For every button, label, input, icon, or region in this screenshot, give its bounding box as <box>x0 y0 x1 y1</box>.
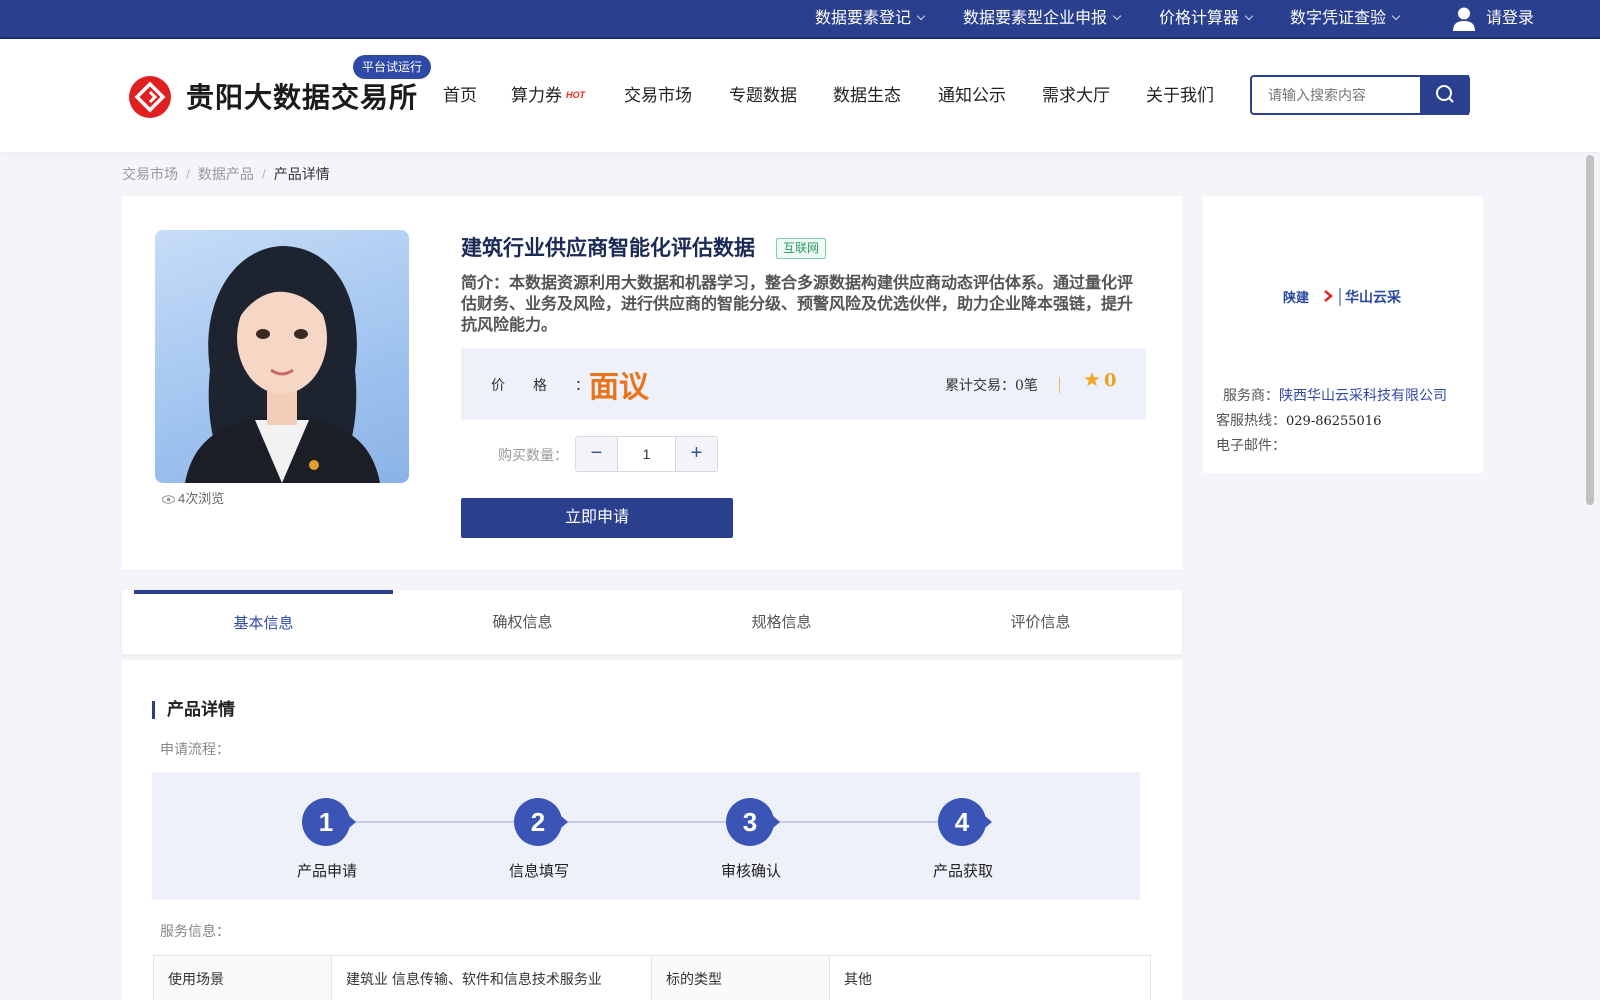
flow-label: 申请流程： <box>160 741 230 757</box>
product-image <box>155 230 409 483</box>
nav-demand-hall[interactable]: 需求大厅 <box>1042 81 1110 106</box>
provider-logo: 陕建 华山云采 <box>1283 288 1402 306</box>
topbar-link-enterprise-declaration[interactable]: 数据要素型企业申报 <box>963 0 1122 37</box>
user-icon[interactable] <box>1452 6 1476 32</box>
search-icon <box>1436 85 1454 103</box>
chevron-down-icon <box>1112 11 1122 21</box>
chevron-down-icon <box>1244 11 1254 21</box>
eye-icon <box>162 495 175 504</box>
view-count-label: 4次浏览 <box>178 491 225 506</box>
service-provider-label: 服务商： <box>1223 387 1279 403</box>
provider-card <box>1203 196 1483 473</box>
flow-connector <box>562 821 726 823</box>
step-label: 产品获取 <box>932 863 993 880</box>
nav-about-us[interactable]: 关于我们 <box>1146 81 1214 106</box>
step-label: 信息填写 <box>508 863 569 880</box>
provider-service-row: 服务商：陕西华山云采科技有限公司 <box>1223 385 1447 405</box>
provider-email-row: 电子邮件： <box>1216 435 1286 455</box>
increase-button[interactable]: + <box>676 437 717 471</box>
quantity-stepper: − 1 + <box>575 436 718 472</box>
nav-data-ecosystem[interactable]: 数据生态 <box>833 81 901 106</box>
topbar-link-certificate-check[interactable]: 数字凭证查验 <box>1290 0 1401 37</box>
topbar-link-label: 价格计算器 <box>1159 10 1240 27</box>
nav-trading-market[interactable]: 交易市场 <box>624 81 692 106</box>
trade-count: 累计交易：0笔 <box>945 378 1038 394</box>
detail-tabs: 基本信息 确权信息 规格信息 评价信息 <box>122 590 1182 654</box>
provider-logo-mark <box>1324 290 1333 302</box>
chevron-down-icon <box>1391 11 1401 21</box>
product-intro: 简介：本数据资源利用大数据和机器学习，整合多源数据构建供应商动态评估体系。通过量… <box>461 273 1134 334</box>
price-panel: 价格： 面议 累计交易：0笔 0 <box>461 348 1146 420</box>
table-cell: 建筑业 信息传输、软件和信息技术服务业 <box>331 955 652 1000</box>
quantity-value[interactable]: 1 <box>617 437 676 471</box>
divider <box>1059 377 1060 393</box>
chevron-down-icon <box>916 11 926 21</box>
tab-basic-info[interactable]: 基本信息 <box>134 590 393 654</box>
service-info-label: 服务信息： <box>160 923 230 939</box>
step-label: 审核确认 <box>720 863 781 880</box>
quantity-label: 购买数量： <box>498 447 568 463</box>
topbar-link-data-registration[interactable]: 数据要素登记 <box>815 0 926 37</box>
topbar-link-price-calculator[interactable]: 价格计算器 <box>1159 0 1254 37</box>
step-number: 4 <box>938 798 992 846</box>
hotline-label: 客服热线： <box>1216 412 1286 428</box>
nav-home[interactable]: 首页 <box>443 81 477 106</box>
provider-logo-right-text: 华山云采 <box>1345 289 1402 306</box>
rating: 0 <box>1084 370 1117 391</box>
flow-connector <box>774 821 938 823</box>
tab-ownership-info[interactable]: 确权信息 <box>393 590 652 654</box>
rating-value: 0 <box>1104 370 1117 391</box>
flow-connector <box>350 821 514 823</box>
tab-review-info[interactable]: 评价信息 <box>911 590 1170 654</box>
step-number: 3 <box>726 798 780 846</box>
step-number: 2 <box>514 798 568 846</box>
nav-topic-data[interactable]: 专题数据 <box>729 81 797 106</box>
table-cell-header: 使用场景 <box>153 955 332 1000</box>
tab-spec-info[interactable]: 规格信息 <box>652 590 911 654</box>
breadcrumb-current: 产品详情 <box>273 166 330 182</box>
product-title: 建筑行业供应商智能化评估数据 <box>461 235 755 260</box>
site-name[interactable]: 贵阳大数据交易所 <box>186 76 418 116</box>
view-count: 4次浏览 <box>162 488 224 507</box>
price-value: 面议 <box>589 370 649 405</box>
breadcrumb-separator: / <box>186 166 190 182</box>
login-link[interactable]: 请登录 <box>1486 0 1534 37</box>
breadcrumb: 交易市场 / 数据产品 / 产品详情 <box>122 164 330 184</box>
table-cell-header: 标的类型 <box>651 955 830 1000</box>
service-provider-name[interactable]: 陕西华山云采科技有限公司 <box>1279 387 1447 403</box>
exchange-logo-icon[interactable] <box>128 75 172 119</box>
topbar-link-label: 数字凭证查验 <box>1290 10 1387 27</box>
breadcrumb-separator: / <box>261 166 266 182</box>
provider-hotline-row: 客服热线：029-86255016 <box>1216 410 1381 430</box>
table-row: 使用场景 建筑业 信息传输、软件和信息技术服务业 标的类型 其他 <box>153 955 1151 1000</box>
breadcrumb-data-products[interactable]: 数据产品 <box>198 166 254 182</box>
star-icon <box>1084 372 1100 387</box>
nav-notices[interactable]: 通知公示 <box>938 81 1006 106</box>
service-info-table: 使用场景 建筑业 信息传输、软件和信息技术服务业 标的类型 其他 <box>153 955 1151 1000</box>
step-label: 产品申请 <box>296 863 357 880</box>
section-title: 产品详情 <box>152 701 235 719</box>
site-header: 贵阳大数据交易所 平台试运行 首页 算力券 HOT 交易市场 专题数据 数据生态… <box>0 39 1600 152</box>
top-utility-bar: 数据要素登记 数据要素型企业申报 价格计算器 数字凭证查验 请登录 <box>0 0 1600 39</box>
hotline-value: 029-86255016 <box>1286 414 1382 429</box>
apply-now-button[interactable]: 立即申请 <box>461 498 733 538</box>
nav-compute-voucher[interactable]: 算力券 <box>511 81 562 106</box>
trial-run-badge: 平台试运行 <box>353 55 432 79</box>
page-scrollbar[interactable] <box>1586 155 1594 505</box>
hot-badge: HOT <box>566 90 585 100</box>
provider-logo-left-text: 陕建 <box>1283 290 1309 306</box>
email-label: 电子邮件： <box>1216 437 1286 453</box>
breadcrumb-trading-market[interactable]: 交易市场 <box>122 166 178 182</box>
step-number: 1 <box>302 798 356 846</box>
topbar-link-label: 数据要素型企业申报 <box>963 10 1108 27</box>
table-cell: 其他 <box>829 955 1151 1000</box>
topbar-link-label: 数据要素登记 <box>815 10 912 27</box>
product-portrait-image <box>185 246 380 483</box>
search-button[interactable] <box>1420 75 1470 115</box>
category-tag: 互联网 <box>776 238 827 259</box>
decrease-button[interactable]: − <box>576 437 617 471</box>
